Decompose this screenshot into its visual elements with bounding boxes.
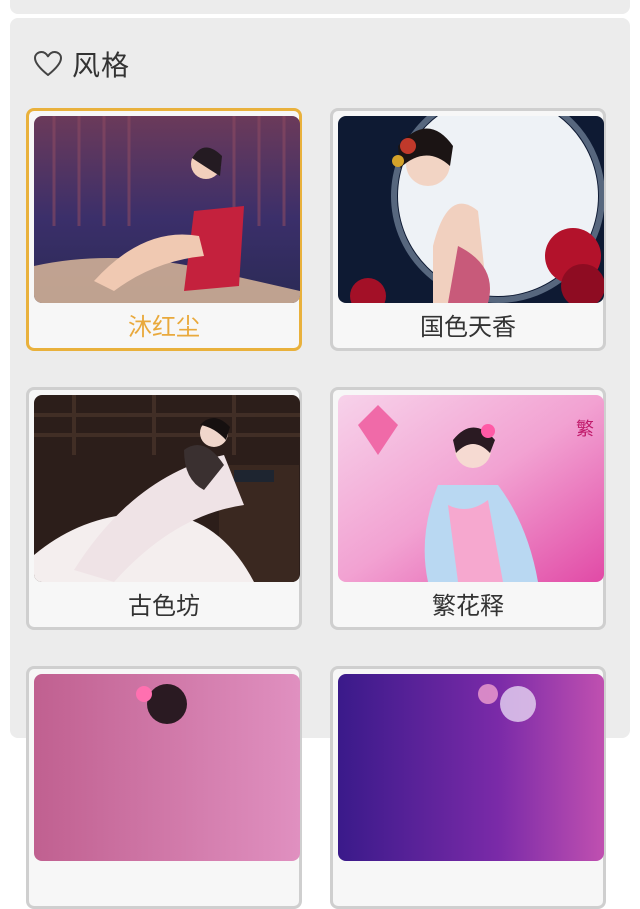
style-thumbnail	[338, 674, 604, 861]
style-thumbnail: 繁	[338, 395, 604, 582]
style-label: 国色天香	[420, 313, 516, 341]
style-card-6[interactable]	[330, 666, 606, 909]
heart-outline-icon	[34, 51, 62, 76]
style-thumbnail	[34, 674, 300, 861]
section-title: 风格	[72, 49, 131, 82]
style-card-fanhuashi[interactable]: 繁 繁花释	[330, 387, 606, 630]
style-card-guosetianxiang[interactable]: 国色天香	[330, 108, 606, 351]
style-panel: 风格 沐红尘 国色天香 古色坊 繁 繁花释	[10, 18, 630, 909]
style-card-muhongchen[interactable]: 沐红尘	[26, 108, 302, 351]
style-thumbnail	[34, 395, 300, 582]
section-header: 风格	[32, 44, 130, 84]
svg-text:繁: 繁	[576, 419, 594, 440]
style-thumbnail	[34, 116, 300, 303]
style-label: 繁花释	[432, 592, 504, 620]
style-thumbnail	[338, 116, 604, 303]
style-label: 沐红尘	[128, 313, 200, 341]
style-card-5[interactable]	[26, 666, 302, 909]
previous-section-card	[10, 0, 630, 14]
style-label: 古色坊	[128, 592, 200, 620]
style-card-gusefang[interactable]: 古色坊	[26, 387, 302, 630]
